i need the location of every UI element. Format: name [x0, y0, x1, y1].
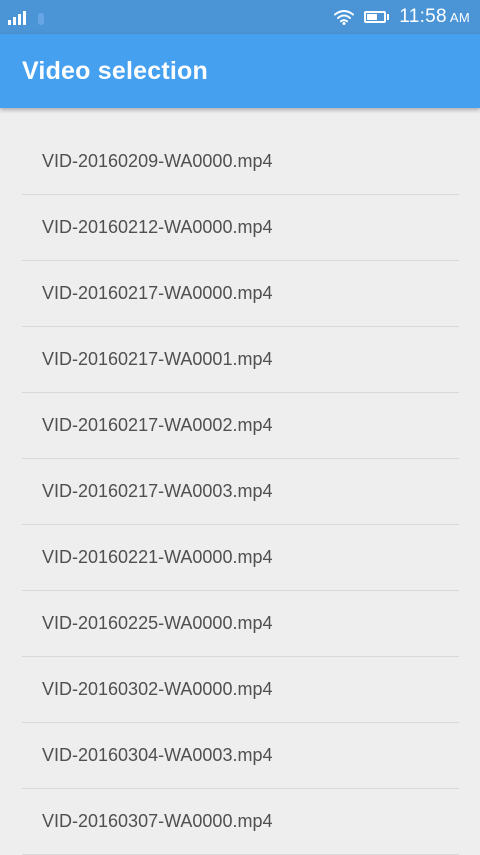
- battery-level: [367, 14, 378, 20]
- video-list: VID-20160209-WA0000.mp4 VID-20160212-WA00…: [22, 129, 459, 855]
- video-list-item[interactable]: VID-20160221-WA0000.mp4: [22, 525, 459, 591]
- signal-bars-icon: [8, 11, 26, 25]
- video-list-item[interactable]: VID-20160225-WA0000.mp4: [22, 591, 459, 657]
- status-left: [8, 9, 44, 25]
- video-list-item[interactable]: VID-20160304-WA0003.mp4: [22, 723, 459, 789]
- clock-ampm: AM: [449, 10, 470, 25]
- video-list-item[interactable]: VID-20160217-WA0003.mp4: [22, 459, 459, 525]
- app-bar: Video selection: [0, 34, 480, 108]
- wifi-icon: [334, 9, 355, 25]
- status-right: 11:58 AM: [334, 6, 470, 28]
- video-list-item[interactable]: VID-20160217-WA0001.mp4: [22, 327, 459, 393]
- page-title: Video selection: [22, 57, 208, 85]
- battery-icon: [364, 11, 390, 23]
- video-list-item[interactable]: VID-20160307-WA0000.mp4: [22, 789, 459, 855]
- clock: 11:58 AM: [399, 6, 470, 28]
- video-list-item[interactable]: VID-20160217-WA0000.mp4: [22, 261, 459, 327]
- microphone-icon: [38, 13, 44, 25]
- video-list-item[interactable]: VID-20160217-WA0002.mp4: [22, 393, 459, 459]
- video-list-item[interactable]: VID-20160209-WA0000.mp4: [22, 129, 459, 195]
- status-bar: 11:58 AM: [0, 0, 480, 34]
- clock-time: 11:58: [399, 6, 447, 27]
- video-list-item[interactable]: VID-20160302-WA0000.mp4: [22, 657, 459, 723]
- video-list-item[interactable]: VID-20160212-WA0000.mp4: [22, 195, 459, 261]
